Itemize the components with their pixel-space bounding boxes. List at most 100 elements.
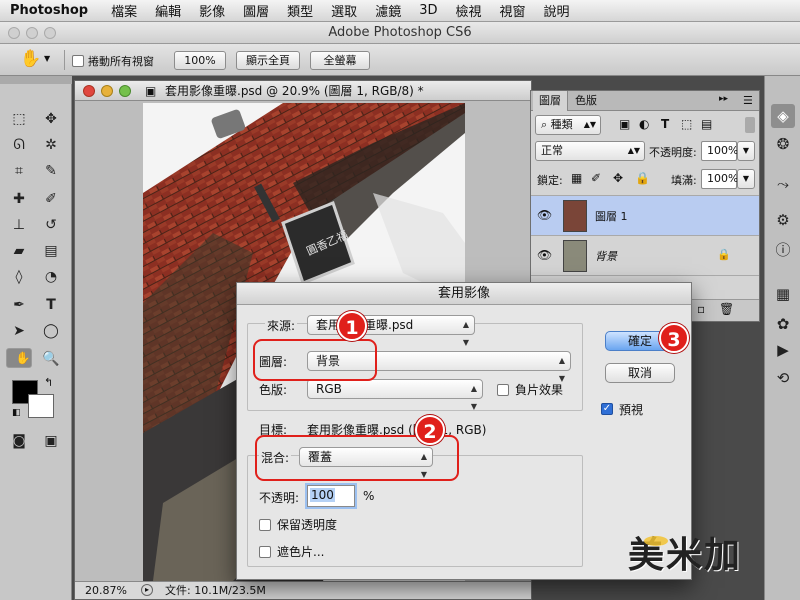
menu-view[interactable]: 檢視 bbox=[446, 1, 490, 20]
swatches-panel-icon[interactable]: ▦ bbox=[771, 282, 795, 306]
menu-help[interactable]: 說明 bbox=[535, 1, 579, 20]
paths-panel-icon[interactable]: ⤳ bbox=[771, 172, 795, 196]
tab-layers[interactable]: 圖層 bbox=[533, 91, 568, 111]
percent-sign: % bbox=[363, 489, 375, 503]
eraser-tool-icon[interactable]: ▰ bbox=[6, 240, 32, 262]
minimize-window-button[interactable] bbox=[26, 27, 38, 39]
collapse-panel-icon[interactable]: ▸▸ bbox=[719, 94, 728, 104]
hand-tool-icon-selected[interactable]: ✋ bbox=[6, 348, 32, 368]
clone-stamp-tool-icon[interactable]: ⊥ bbox=[6, 214, 32, 236]
scroll-all-windows-checkbox[interactable] bbox=[72, 53, 84, 67]
background-color-swatch[interactable] bbox=[28, 394, 54, 418]
layer-row-background[interactable]: 👁 背景 🔒 bbox=[531, 235, 759, 275]
filter-smart-object-icon[interactable]: ▤ bbox=[701, 117, 712, 131]
eyedropper-tool-icon[interactable]: ✎ bbox=[38, 160, 64, 182]
preserve-transparency-checkbox[interactable] bbox=[259, 517, 271, 531]
menu-select[interactable]: 選取 bbox=[322, 1, 366, 20]
filter-shape-icon[interactable]: ⬚ bbox=[681, 117, 692, 131]
zoom-window-button[interactable] bbox=[44, 27, 56, 39]
path-selection-tool-icon[interactable]: ➤ bbox=[6, 320, 32, 342]
gradient-tool-icon[interactable]: ▤ bbox=[38, 240, 64, 262]
app-menu[interactable]: Photoshop bbox=[0, 3, 102, 18]
opacity-input[interactable]: 100 bbox=[307, 485, 355, 507]
magic-wand-tool-icon[interactable]: ✲ bbox=[38, 134, 64, 156]
info-panel-icon[interactable]: ⓘ bbox=[771, 238, 795, 262]
divider bbox=[64, 50, 65, 70]
mask-checkbox[interactable] bbox=[259, 544, 271, 558]
panel-menu-icon[interactable]: ☰ bbox=[743, 94, 753, 107]
move-tool-icon[interactable]: ✥ bbox=[38, 108, 64, 130]
menu-filter[interactable]: 濾鏡 bbox=[366, 1, 410, 20]
swap-colors-icon[interactable]: ↰ bbox=[44, 376, 53, 389]
preview-checkbox[interactable]: ✓ bbox=[601, 401, 613, 415]
menu-image[interactable]: 影像 bbox=[190, 1, 234, 20]
tools-panel-grip[interactable] bbox=[0, 76, 72, 84]
layer-filter-label: 種類 bbox=[550, 118, 573, 131]
layer-row-layer1[interactable]: 👁 圖層 1 bbox=[531, 195, 759, 235]
status-menu-icon[interactable]: ▸ bbox=[141, 584, 153, 596]
tool-preset-chevron-icon[interactable]: ▼ bbox=[44, 54, 50, 63]
layer-filter-select[interactable]: ⌕ 種類 ▲▼ bbox=[535, 115, 601, 135]
filter-type-icon[interactable]: T bbox=[661, 117, 669, 131]
menu-3d[interactable]: 3D bbox=[410, 3, 446, 18]
history-brush-tool-icon[interactable]: ↺ bbox=[38, 214, 64, 236]
channels-panel-icon[interactable]: ❂ bbox=[771, 132, 795, 156]
new-layer-icon[interactable]: ▫ bbox=[697, 302, 705, 316]
fit-screen-button[interactable]: 顯示全頁 bbox=[236, 51, 300, 70]
color-panel-icon[interactable]: ✿ bbox=[771, 312, 795, 336]
lock-all-icon[interactable]: 🔒 bbox=[635, 171, 650, 185]
channel-select[interactable]: RGB ▲ ▼ bbox=[307, 379, 483, 411]
fill-screen-button[interactable]: 全螢幕 bbox=[310, 51, 370, 70]
adjustments-panel-icon[interactable]: ⚙ bbox=[771, 208, 795, 232]
actions-panel-icon[interactable]: ▶ bbox=[771, 338, 795, 362]
menu-edit[interactable]: 編輯 bbox=[146, 1, 190, 20]
visibility-eye-icon[interactable]: 👁 bbox=[537, 248, 552, 262]
filter-adjustment-icon[interactable]: ◐ bbox=[639, 117, 649, 131]
default-colors-icon[interactable]: ◧ bbox=[12, 408, 21, 418]
healing-brush-tool-icon[interactable]: ✚ bbox=[6, 188, 32, 210]
quick-mask-icon[interactable]: ◙ bbox=[6, 430, 32, 452]
zoom-document-button[interactable] bbox=[119, 85, 131, 97]
filter-toggle-icon[interactable] bbox=[745, 117, 755, 133]
zoom-tool-icon[interactable]: 🔍 bbox=[38, 348, 64, 370]
close-window-button[interactable] bbox=[8, 27, 20, 39]
delete-layer-icon[interactable]: 🗑 bbox=[719, 302, 734, 316]
history-panel-icon[interactable]: ⟲ bbox=[771, 366, 795, 390]
minimize-document-button[interactable] bbox=[101, 85, 113, 97]
cancel-button[interactable]: 取消 bbox=[605, 363, 675, 383]
pen-tool-icon[interactable]: ✒ bbox=[6, 294, 32, 316]
screen-mode-icon[interactable]: ▣ bbox=[38, 430, 64, 452]
zoom-100-button[interactable]: 100% bbox=[174, 51, 226, 70]
marquee-tool-icon[interactable]: ⬚ bbox=[6, 108, 32, 130]
layer-name[interactable]: 背景 bbox=[595, 248, 617, 264]
visibility-eye-icon[interactable]: 👁 bbox=[537, 208, 552, 222]
opacity-dropdown-icon[interactable]: ▼ bbox=[737, 141, 755, 161]
layer-name[interactable]: 圖層 1 bbox=[595, 208, 628, 224]
lock-transparency-icon[interactable]: ▦ bbox=[571, 171, 582, 185]
filter-pixel-icon[interactable]: ▣ bbox=[619, 117, 630, 131]
blend-mode-select[interactable]: 正常 ▲▼ bbox=[535, 141, 645, 161]
tab-channels[interactable]: 色版 bbox=[569, 91, 603, 111]
layer-fill-input[interactable]: 100% bbox=[701, 169, 738, 189]
menu-file[interactable]: 檔案 bbox=[102, 1, 146, 20]
zoom-level[interactable]: 20.87% bbox=[85, 582, 127, 599]
hand-tool-icon[interactable]: ✋ bbox=[20, 49, 41, 69]
invert-checkbox[interactable] bbox=[497, 382, 509, 396]
layer-opacity-input[interactable]: 100% bbox=[701, 141, 738, 161]
brush-tool-icon[interactable]: ✐ bbox=[38, 188, 64, 210]
close-document-button[interactable] bbox=[83, 85, 95, 97]
fill-dropdown-icon[interactable]: ▼ bbox=[737, 169, 755, 189]
lock-position-icon[interactable]: ✥ bbox=[613, 171, 623, 185]
lasso-tool-icon[interactable]: ᘏ bbox=[6, 134, 32, 156]
layers-panel-icon[interactable]: ◈ bbox=[771, 104, 795, 128]
menu-window[interactable]: 視窗 bbox=[491, 1, 535, 20]
lock-pixels-icon[interactable]: ✐ bbox=[591, 171, 601, 185]
dodge-tool-icon[interactable]: ◔ bbox=[38, 266, 64, 288]
source-select[interactable]: 套用影像重曝.psd▲▼ bbox=[307, 315, 475, 347]
crop-tool-icon[interactable]: ⌗ bbox=[6, 160, 32, 182]
menu-type[interactable]: 類型 bbox=[278, 1, 322, 20]
type-tool-icon[interactable]: T bbox=[38, 294, 64, 316]
blur-tool-icon[interactable]: ◊ bbox=[6, 266, 32, 288]
ellipse-tool-icon[interactable]: ◯ bbox=[38, 320, 64, 342]
menu-layer[interactable]: 圖層 bbox=[234, 1, 278, 20]
